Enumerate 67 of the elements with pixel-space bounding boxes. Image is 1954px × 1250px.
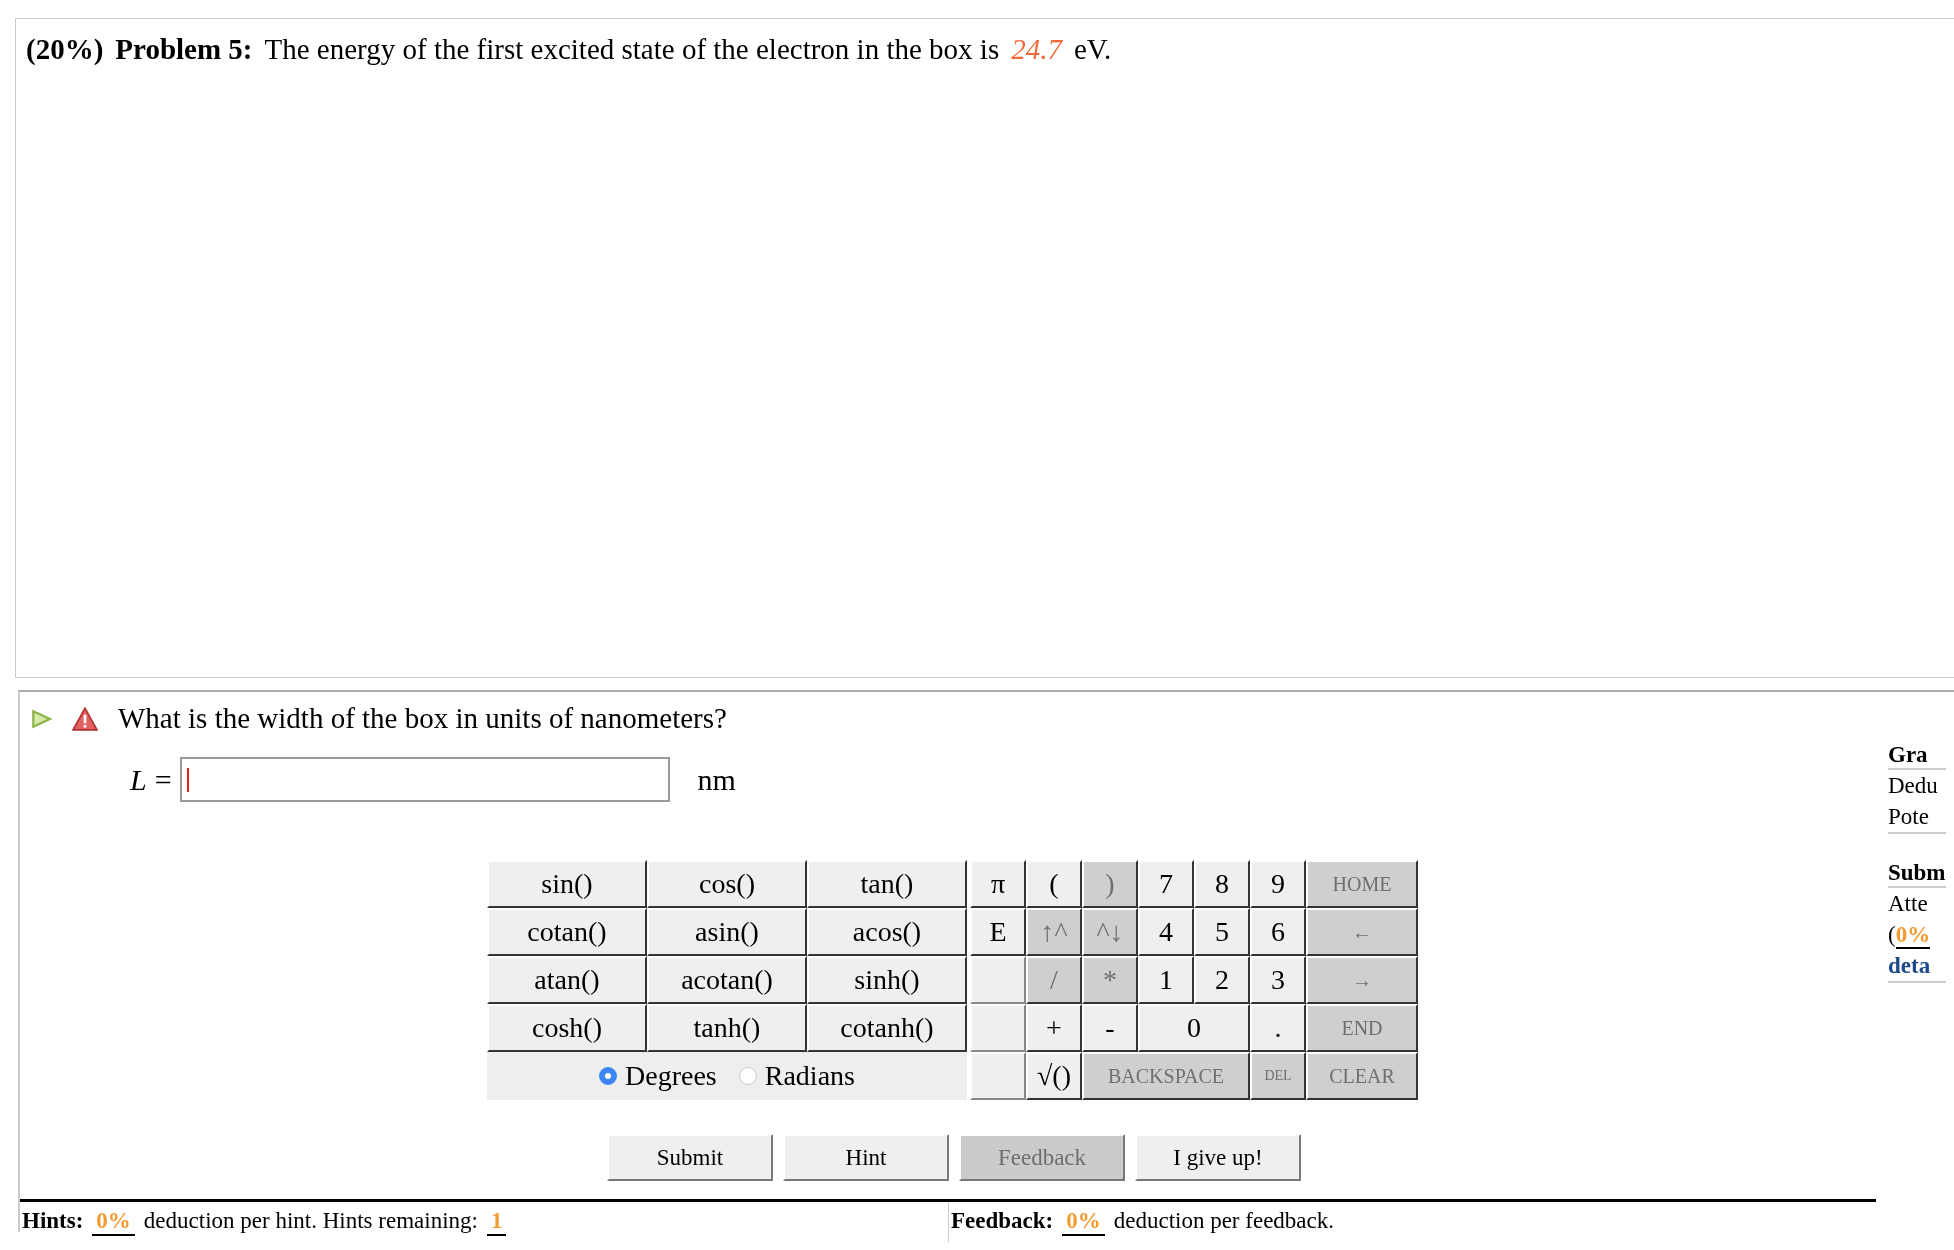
function-key[interactable]: sin() [487,860,647,908]
radio-button[interactable] [599,1067,617,1085]
function-key[interactable]: tan() [807,860,967,908]
play-icon[interactable] [30,707,52,730]
keypad-key[interactable]: 1 [1138,956,1194,1004]
keypad-key[interactable]: . [1250,1004,1306,1052]
equals-sign: = [154,762,172,797]
problem-text: The energy of the first excited state of the electron in the box is [264,33,1000,66]
keypad-key[interactable]: 9 [1250,860,1306,908]
keypad-key[interactable]: 3 [1250,956,1306,1004]
keypad-key[interactable]: 8 [1194,860,1250,908]
function-key[interactable]: sinh() [807,956,967,1004]
keypad-key[interactable]: 7 [1138,860,1194,908]
action-button[interactable]: Submit [607,1134,773,1181]
keypad-key[interactable]: π [970,860,1026,908]
keypad-key[interactable]: 2 [1194,956,1250,1004]
feedback-label: Feedback: [951,1208,1054,1234]
function-key[interactable]: acotan() [647,956,807,1004]
function-key[interactable]: cos() [647,860,807,908]
keypad-key[interactable]: 5 [1194,908,1250,956]
keypad-key[interactable]: E [970,908,1026,956]
hints-remaining: 1 [486,1208,507,1236]
action-button[interactable]: I give up! [1135,1134,1301,1181]
info-line: Pote [1888,801,1946,834]
feedback-text: deduction per feedback. [1113,1208,1335,1234]
blank-key [970,956,1026,1004]
function-key[interactable]: atan() [487,956,647,1004]
variable-label: L [130,762,147,797]
warning-icon [72,706,98,731]
function-key[interactable]: tanh() [647,1004,807,1052]
function-key[interactable]: cotanh() [807,1004,967,1052]
problem-label: Problem 5: [115,33,253,66]
keypad-key[interactable]: ( [1026,860,1082,908]
function-key[interactable]: acos() [807,908,967,956]
info-line: Dedu [1888,772,1939,800]
section-heading: Subm [1888,860,1946,888]
angle-mode-label: Radians [764,1060,855,1092]
angle-mode-option[interactable]: Degrees [599,1060,717,1092]
keypad-key[interactable]: + [1026,1004,1082,1052]
unit-label: eV. [1073,33,1112,66]
blank-key [970,1004,1026,1052]
angle-mode-label: Degrees [625,1060,717,1092]
unit-label: nm [697,762,736,797]
details-link[interactable]: deta [1888,950,1946,983]
keypad-key[interactable]: 4 [1138,908,1194,956]
radio-button[interactable] [738,1067,757,1085]
problem-weight: (20%) [26,33,104,66]
info-line: Atte [1888,890,1929,918]
keypad-key[interactable]: - [1082,1004,1138,1052]
hints-label: Hints: [22,1208,84,1234]
keypad-key[interactable]: √() [1026,1052,1082,1100]
blank-key [970,1052,1026,1100]
angle-mode-option[interactable]: Radians [738,1060,855,1092]
feedback-deduction: 0% [1062,1208,1105,1236]
given-value: 24.7 [1011,33,1062,66]
penalty-line: (0% [1888,921,1932,950]
action-button[interactable]: Hint [783,1134,949,1181]
section-heading: Gra [1888,742,1946,770]
keypad-key[interactable]: 6 [1250,908,1306,956]
hint-text: deduction per hint. Hints remaining: [143,1208,478,1234]
function-key[interactable]: cosh() [487,1004,647,1052]
question-text: What is the width of the box in units of nanometers? [118,702,727,735]
hint-deduction: 0% [92,1208,135,1236]
function-key[interactable]: asin() [647,908,807,956]
input-field[interactable] [179,757,670,802]
function-key[interactable]: cotan() [487,908,647,956]
keypad-key[interactable]: 0 [1138,1004,1250,1052]
